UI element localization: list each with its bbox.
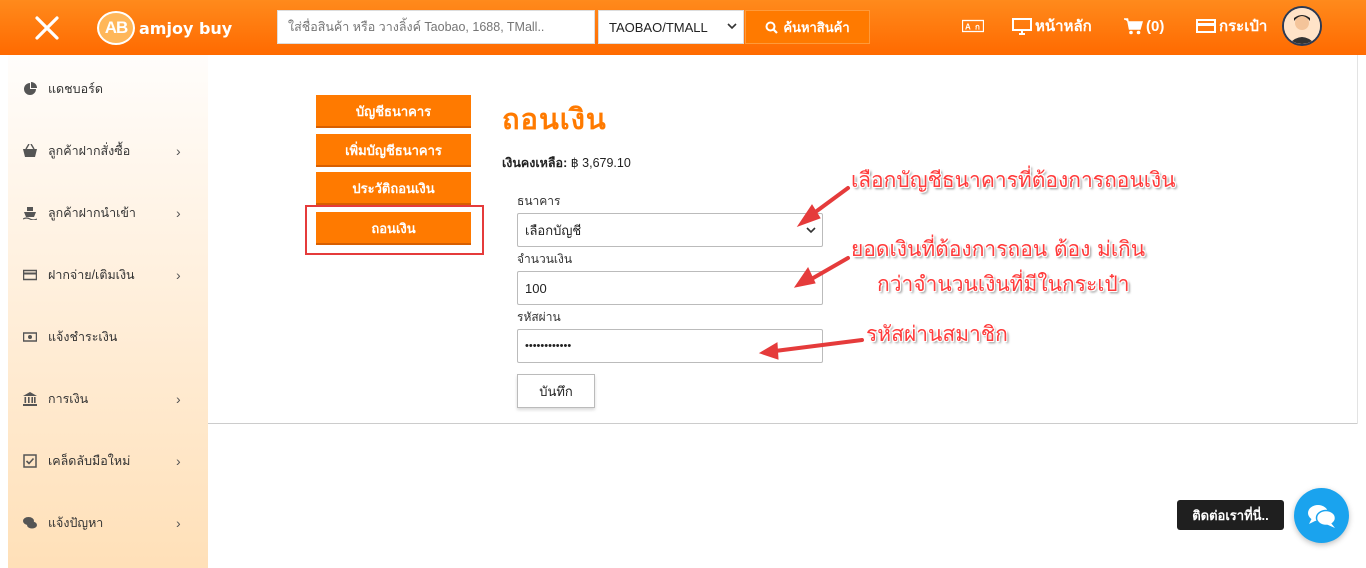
chat-icon	[1307, 504, 1336, 528]
sidebar-item-tips[interactable]: เคล็ดลับมือใหม่ ›	[8, 441, 208, 481]
close-menu-button[interactable]	[0, 0, 94, 55]
sidebar-item-import[interactable]: ลูกค้าฝากนำเข้า ›	[8, 193, 208, 233]
sidebar-item-report-issue[interactable]: แจ้งปัญหา ›	[8, 503, 208, 543]
password-value: ••••••••••••	[525, 340, 572, 352]
amount-label: จำนวนเงิน	[517, 252, 573, 266]
chevron-right-icon: ›	[176, 143, 181, 159]
translate-icon: Aก	[962, 19, 984, 33]
monitor-icon	[1012, 17, 1032, 35]
translate-button[interactable]: Aก	[962, 14, 984, 38]
chevron-right-icon: ›	[176, 453, 181, 469]
cart-link[interactable]: (0)	[1124, 14, 1164, 38]
search-icon	[765, 21, 779, 34]
sidebar-item-label: ลูกค้าฝากนำเข้า	[48, 206, 136, 220]
cart-count: (0)	[1146, 17, 1165, 35]
balance: เงินคงเหลือ: ฿ 3,679.10	[502, 153, 631, 173]
close-icon	[35, 15, 59, 40]
sidebar: แดชบอร์ด ลูกค้าฝากสั่งซื้อ › ลูกค้าฝากนำ…	[8, 55, 208, 568]
credit-card-icon	[23, 269, 37, 281]
password-label: รหัสผ่าน	[517, 310, 561, 324]
logo-badge: AB	[97, 11, 135, 45]
cart-icon	[1124, 17, 1143, 34]
avatar[interactable]	[1282, 6, 1322, 46]
amount-field[interactable]: 100	[517, 271, 823, 305]
money-icon	[23, 332, 37, 342]
home-link[interactable]: หน้าหลัก	[1012, 14, 1092, 38]
wallet-label: กระเป๋า	[1219, 18, 1268, 35]
chevron-right-icon: ›	[176, 267, 181, 283]
contact-label[interactable]: ติดต่อเราที่นี่..	[1177, 500, 1284, 530]
chat-button[interactable]	[1294, 488, 1349, 543]
sidebar-item-label: ลูกค้าฝากสั่งซื้อ	[48, 144, 131, 158]
home-label: หน้าหลัก	[1035, 18, 1092, 35]
comments-icon	[23, 517, 37, 529]
basket-icon	[23, 144, 37, 157]
sidebar-item-payment-notify[interactable]: แจ้งชำระเงิน	[8, 317, 208, 357]
chevron-right-icon: ›	[176, 515, 181, 531]
sidebar-item-label: เคล็ดลับมือใหม่	[48, 454, 131, 468]
sidebar-item-label: แดชบอร์ด	[48, 82, 103, 96]
platform-select-value: TAOBAO/TMALL	[609, 19, 708, 35]
annotation-password-note: รหัสผ่านสมาชิก	[866, 322, 1008, 346]
sidebar-item-dashboard[interactable]: แดชบอร์ด	[8, 69, 208, 109]
pie-chart-icon	[24, 82, 37, 95]
credit-card-icon	[1196, 19, 1216, 33]
search-button[interactable]: ค้นหาสินค้า	[745, 10, 870, 44]
ship-icon	[23, 207, 37, 220]
tab-withdraw-history[interactable]: ประวัติถอนเงิน	[316, 172, 471, 205]
main-panel-right-border	[1357, 55, 1358, 424]
tab-add-bank-account[interactable]: เพิ่มบัญชีธนาคาร	[316, 134, 471, 167]
balance-value: ฿ 3,679.10	[570, 156, 631, 170]
chevron-down-icon	[727, 23, 737, 30]
bank-select-value: เลือกบัญชี	[525, 222, 582, 238]
bank-icon	[23, 392, 37, 406]
logo-text: amjoy buy	[139, 18, 233, 38]
password-field[interactable]: ••••••••••••	[517, 329, 823, 363]
search-button-label: ค้นหาสินค้า	[783, 19, 850, 35]
save-button[interactable]: บันทึก	[517, 374, 595, 408]
page-title: ถอนเงิน	[502, 102, 607, 136]
chevron-right-icon: ›	[176, 205, 181, 221]
chevron-right-icon: ›	[176, 391, 181, 407]
sidebar-item-order[interactable]: ลูกค้าฝากสั่งซื้อ ›	[8, 131, 208, 171]
platform-select[interactable]: TAOBAO/TMALL	[598, 10, 744, 44]
sidebar-item-label: การเงิน	[48, 392, 89, 406]
amount-value: 100	[525, 280, 547, 296]
sidebar-item-payment[interactable]: ฝากจ่าย/เติมเงิน ›	[8, 255, 208, 295]
checkbox-icon	[23, 454, 37, 468]
search-input[interactable]	[277, 10, 595, 44]
tab-bank-accounts[interactable]: บัญชีธนาคาร	[316, 95, 471, 128]
annotation-amount-note-line2: กว่าจำนวนเงินที่มีในกระเป๋า	[877, 272, 1130, 296]
main-panel-border	[208, 423, 1358, 424]
svg-text:A: A	[965, 23, 971, 32]
annotation-amount-note-line1: ยอดเงินที่ต้องการถอน ต้อง ม่เกิน	[851, 237, 1146, 261]
top-navbar: AB amjoy buy TAOBAO/TMALL ค้นหาสินค้า Aก…	[0, 0, 1366, 55]
sidebar-item-finance[interactable]: การเงิน ›	[8, 379, 208, 419]
wallet-link[interactable]: กระเป๋า	[1196, 14, 1267, 38]
annotation-bank-note: เลือกบัญชีธนาคารที่ต้องการถอนเงิน	[851, 168, 1176, 192]
chevron-down-icon	[806, 227, 816, 234]
sidebar-item-label: แจ้งปัญหา	[48, 516, 104, 530]
logo[interactable]: AB amjoy buy	[97, 10, 232, 46]
balance-label: เงินคงเหลือ:	[502, 156, 568, 170]
svg-text:ก: ก	[975, 23, 980, 32]
user-avatar-icon	[1284, 8, 1320, 44]
bank-label: ธนาคาร	[517, 194, 561, 208]
highlight-box	[305, 205, 484, 255]
sidebar-item-label: ฝากจ่าย/เติมเงิน	[48, 268, 135, 282]
bank-select[interactable]: เลือกบัญชี	[517, 213, 823, 247]
sidebar-item-label: แจ้งชำระเงิน	[48, 330, 118, 344]
